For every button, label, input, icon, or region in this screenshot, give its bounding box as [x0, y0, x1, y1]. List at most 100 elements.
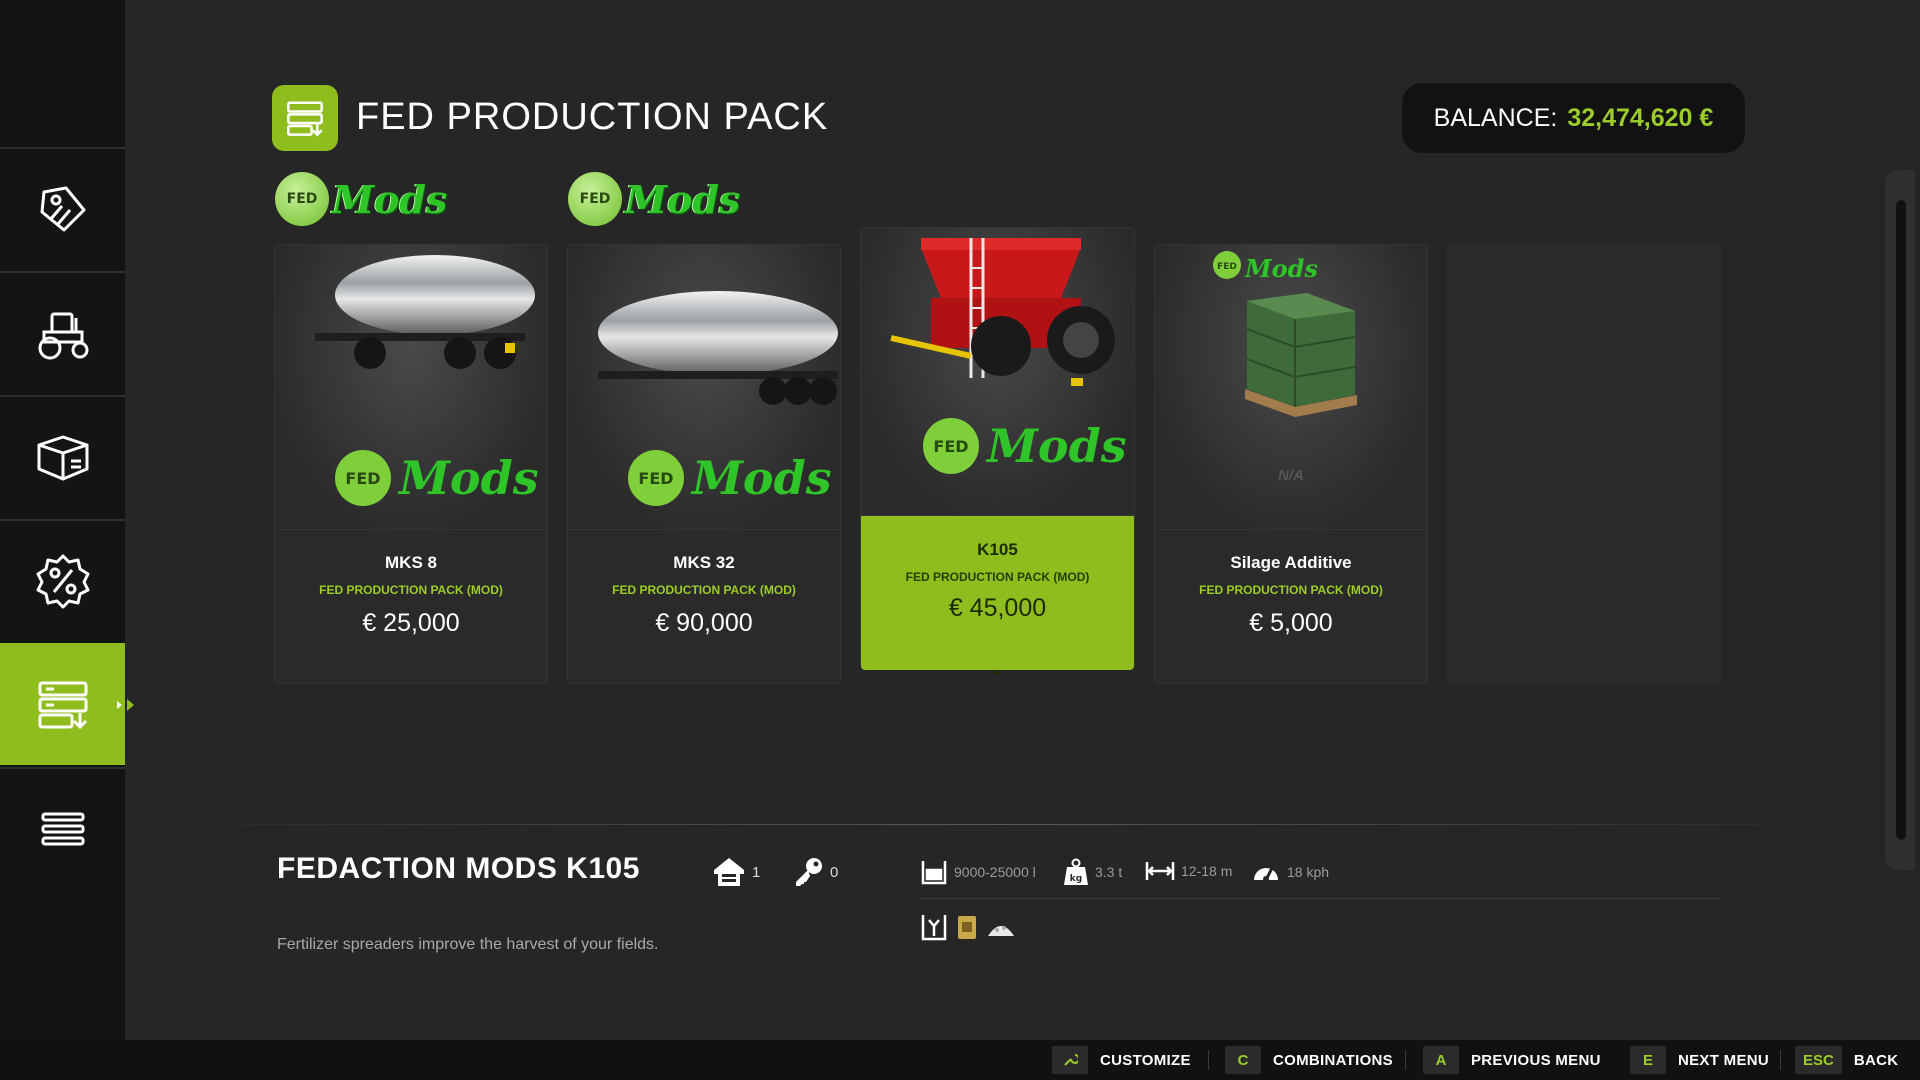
brand-logo-badge: FED: [638, 469, 673, 488]
brand-logo-badge: FED: [568, 172, 622, 226]
fertilizer-icon: [921, 915, 947, 941]
pallet-image: FED Mods: [1213, 251, 1357, 417]
garage-icon: [714, 858, 744, 886]
brand-logo: FED Mods: [568, 172, 740, 226]
scrollbar-thumb[interactable]: [1896, 200, 1906, 840]
hint-label: PREVIOUS MENU: [1471, 1051, 1601, 1069]
product-price: € 5,000: [1249, 609, 1333, 637]
hint-separator: [1208, 1050, 1209, 1070]
tanker-trailer-image: FED Mods: [315, 255, 539, 506]
owned-count: 1: [712, 856, 760, 888]
empty-card-slot: [1447, 244, 1721, 684]
hint-label: CUSTOMIZE: [1100, 1051, 1191, 1069]
product-card[interactable]: FED Mods MKS 8 FED PRODUCTION PACK (MOD)…: [274, 244, 548, 684]
brand-logo-word: Mods: [625, 176, 741, 222]
brand-logo-word: Mods: [985, 419, 1127, 473]
product-image: FED Mods: [861, 228, 1134, 516]
price-tag-icon: [40, 186, 85, 232]
product-pack: FED PRODUCTION PACK (MOD): [1199, 583, 1383, 597]
brand-logo-word: Mods: [332, 176, 448, 222]
sidebar-item-mod-pack[interactable]: [0, 643, 134, 765]
detail-title: FEDACTION MODS K105: [277, 852, 640, 885]
product-pack: FED PRODUCTION PACK (MOD): [612, 583, 796, 597]
seed-bag-icon: [958, 916, 976, 939]
fertilizer-spreader-image: FED Mods: [890, 238, 1127, 474]
brand-logo-badge: FED: [933, 437, 968, 456]
hint-next-menu[interactable]: E NEXT MENU: [1630, 1046, 1769, 1074]
owned-value: 1: [752, 863, 761, 881]
stats-divider: [920, 898, 1720, 899]
leased-value: 0: [830, 863, 839, 881]
hint-separator: [1780, 1050, 1781, 1070]
tractor-icon: [38, 312, 88, 360]
chevron-down-icon: [992, 670, 1002, 676]
mod-pack-icon: [38, 681, 87, 730]
product-image: FED Mods: [1155, 245, 1427, 530]
key-esc: ESC: [1795, 1046, 1842, 1074]
page-title: FED PRODUCTION PACK: [356, 96, 829, 138]
key-e: E: [1630, 1046, 1666, 1074]
product-name: MKS 32: [673, 553, 735, 572]
hint-label: BACK: [1853, 1051, 1899, 1069]
key-icon: [796, 858, 822, 886]
hint-back[interactable]: ESC BACK: [1795, 1046, 1898, 1074]
weight-stat: kg 3.3 t: [1063, 858, 1122, 886]
customize-icon: [1064, 1054, 1078, 1066]
sidebar-item-sales[interactable]: [0, 519, 125, 641]
sidebar: [0, 0, 134, 1040]
active-indicator-arrow: [117, 701, 122, 709]
product-card[interactable]: FED Mods MKS 32 FED PRODUCTION PACK (MOD…: [567, 244, 841, 684]
width-stat: 12-18 m: [1145, 858, 1232, 884]
key-a: A: [1423, 1046, 1459, 1074]
not-available-label: N/A: [1278, 467, 1304, 484]
brand-logo-word: Mods: [1244, 254, 1318, 283]
hint-customize[interactable]: CUSTOMIZE: [1052, 1046, 1191, 1074]
percent-badge-icon: [36, 554, 89, 609]
product-card[interactable]: FED Mods N/A Silage Additive FED PRODUCT…: [1154, 244, 1428, 684]
weight-icon: kg: [1064, 858, 1088, 885]
brand-logo-badge: FED: [275, 172, 329, 226]
section-divider: [232, 824, 1772, 825]
product-pack: FED PRODUCTION PACK (MOD): [319, 583, 503, 597]
product-pack: FED PRODUCTION PACK (MOD): [905, 570, 1090, 584]
sidebar-item-shop[interactable]: [0, 147, 125, 269]
brand-logo-badge: FED: [345, 469, 380, 488]
working-width-icon: [1145, 862, 1175, 880]
svg-text:kg: kg: [1070, 874, 1082, 884]
leased-count: 0: [792, 856, 838, 888]
key-c: C: [1225, 1046, 1261, 1074]
sidebar-item-vehicles[interactable]: [0, 271, 125, 393]
product-price: € 25,000: [362, 609, 460, 637]
sidebar-item-objects[interactable]: [0, 395, 125, 517]
sidebar-item-list[interactable]: [0, 767, 125, 889]
mod-pack-icon: [287, 101, 323, 137]
hint-label: NEXT MENU: [1678, 1051, 1770, 1069]
hint-label: COMBINATIONS: [1273, 1051, 1393, 1069]
brand-logo-word: Mods: [397, 451, 539, 505]
hint-separator: [1405, 1050, 1406, 1070]
hint-combinations[interactable]: C COMBINATIONS: [1225, 1046, 1393, 1074]
product-image: FED Mods: [568, 245, 840, 530]
product-price: € 45,000: [948, 594, 1047, 622]
product-card-selected[interactable]: FED Mods K105 FED PRODUCTION PACK (MOD) …: [860, 227, 1135, 670]
product-name: MKS 8: [385, 553, 437, 572]
list-menu-icon: [41, 812, 84, 846]
product-name: Silage Additive: [1230, 553, 1352, 572]
speedometer-icon: [1254, 867, 1278, 882]
balance-label: BALANCE:: [1433, 103, 1558, 132]
capacity-stat: 9000-25000 l: [920, 858, 1036, 886]
detail-description: Fertilizer spreaders improve the harvest…: [277, 936, 659, 953]
capacity-icon: [921, 861, 947, 885]
capacity-value: 9000-25000 l: [954, 864, 1036, 880]
speed-stat: 18 kph: [1251, 858, 1329, 886]
brand-logo-word: Mods: [690, 451, 832, 505]
tanker-semitrailer-image: FED Mods: [598, 291, 838, 506]
key-customize: [1052, 1046, 1088, 1074]
active-indicator: [127, 699, 134, 711]
hint-previous-menu[interactable]: A PREVIOUS MENU: [1423, 1046, 1601, 1074]
fill-types: [920, 912, 1016, 942]
speed-value: 18 kph: [1287, 864, 1330, 880]
box-icon: [37, 435, 88, 481]
category-icon: [272, 85, 338, 151]
product-image: FED Mods: [275, 245, 547, 530]
